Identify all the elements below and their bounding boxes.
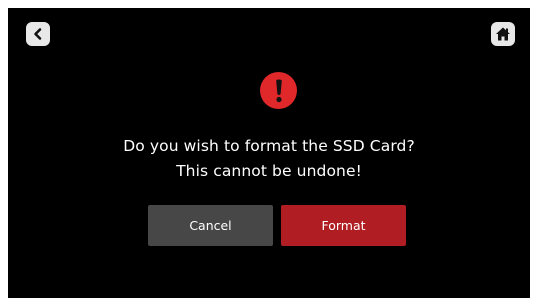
confirm-message-line1: Do you wish to format the SSD Card? [123, 137, 415, 155]
alert-icon [260, 72, 297, 109]
chevron-left-icon [34, 28, 42, 40]
format-button[interactable]: Format [281, 205, 406, 246]
format-confirm-screen: Do you wish to format the SSD Card? This… [8, 8, 530, 298]
cancel-button[interactable]: Cancel [148, 205, 273, 246]
confirm-message-line2: This cannot be undone! [176, 162, 362, 180]
cancel-button-label: Cancel [189, 218, 232, 233]
format-button-label: Format [321, 218, 366, 233]
home-icon [496, 27, 510, 41]
exclamation-icon [275, 79, 282, 102]
home-button[interactable] [491, 22, 515, 46]
back-button[interactable] [26, 22, 50, 46]
